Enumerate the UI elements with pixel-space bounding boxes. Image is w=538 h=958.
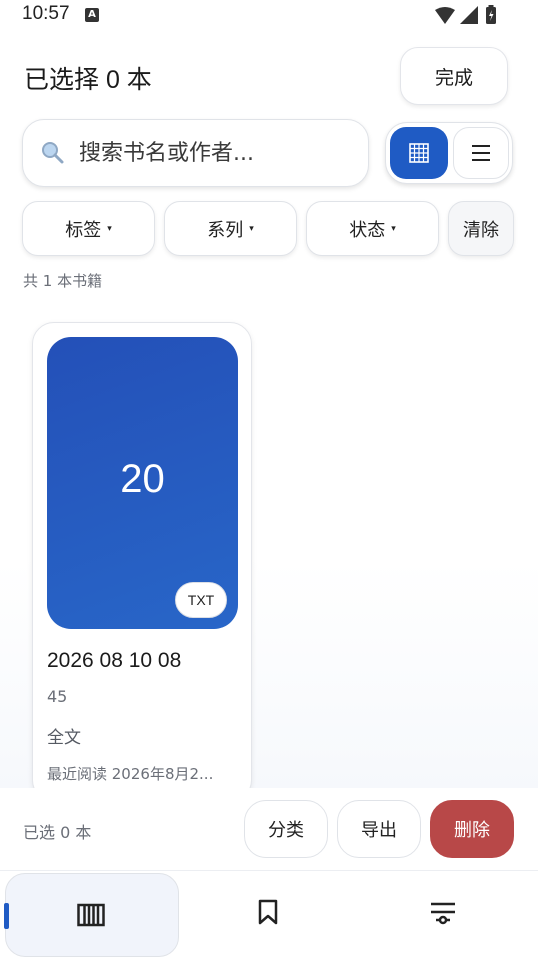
category-button[interactable]: 分类 <box>244 800 328 858</box>
nav-item-bookmarks[interactable] <box>253 897 283 927</box>
filter-series-button[interactable]: 系列 ▾ <box>164 201 297 256</box>
nav-item-library[interactable] <box>5 873 179 957</box>
book-card[interactable]: 20 TXT 2026 08 10 08 45 全文 最近阅读 2026年8月2… <box>32 322 252 802</box>
bottom-nav <box>0 870 538 958</box>
delete-button[interactable]: 删除 <box>430 800 514 858</box>
search-icon <box>42 142 64 164</box>
book-progress: 全文 <box>47 728 81 748</box>
chevron-down-icon: ▾ <box>107 223 112 234</box>
grid-icon <box>409 143 429 163</box>
filter-tags-button[interactable]: 标签 ▾ <box>22 201 155 256</box>
status-time: 10:57 <box>22 3 70 24</box>
view-toggle <box>385 122 513 184</box>
book-title: 2026 08 10 08 <box>47 649 182 672</box>
filter-series-label: 系列 <box>207 219 244 241</box>
chevron-down-icon: ▾ <box>249 223 254 234</box>
signal-battery-icons <box>435 5 496 24</box>
search-input[interactable] <box>79 120 359 186</box>
filter-clear-button[interactable]: 清除 <box>448 201 514 256</box>
search-box[interactable] <box>22 119 369 187</box>
settings-sliders-icon <box>431 902 455 925</box>
chevron-down-icon: ▾ <box>391 223 396 234</box>
nav-item-settings[interactable] <box>428 897 458 927</box>
action-bar: 已选 0 本 分类 导出 删除 <box>0 788 538 870</box>
notification-icon: A <box>85 8 99 22</box>
page-title: 已选择 0 本 <box>24 66 152 94</box>
nav-active-indicator <box>4 903 9 929</box>
book-last-read: 最近阅读 2026年8月2... <box>47 765 214 783</box>
export-button[interactable]: 导出 <box>337 800 421 858</box>
selected-count: 已选 0 本 <box>23 823 92 842</box>
format-badge: TXT <box>175 582 227 618</box>
filter-tags-label: 标签 <box>65 219 102 241</box>
cell-signal-icon <box>460 6 478 24</box>
library-icon <box>76 900 106 930</box>
book-author: 45 <box>47 687 68 706</box>
wifi-icon <box>435 7 455 24</box>
list-icon <box>472 145 490 161</box>
filter-status-button[interactable]: 状态 ▾ <box>306 201 439 256</box>
list-view-button[interactable] <box>453 127 509 179</box>
done-button[interactable]: 完成 <box>400 47 508 105</box>
filter-status-label: 状态 <box>349 219 386 241</box>
book-count: 共 1 本书籍 <box>23 272 103 290</box>
grid-view-button[interactable] <box>390 127 448 179</box>
status-bar: 10:57 A <box>0 0 538 32</box>
book-cover: 20 TXT <box>47 337 238 629</box>
bookmark-icon <box>258 899 278 925</box>
cover-text: 20 <box>120 457 165 501</box>
